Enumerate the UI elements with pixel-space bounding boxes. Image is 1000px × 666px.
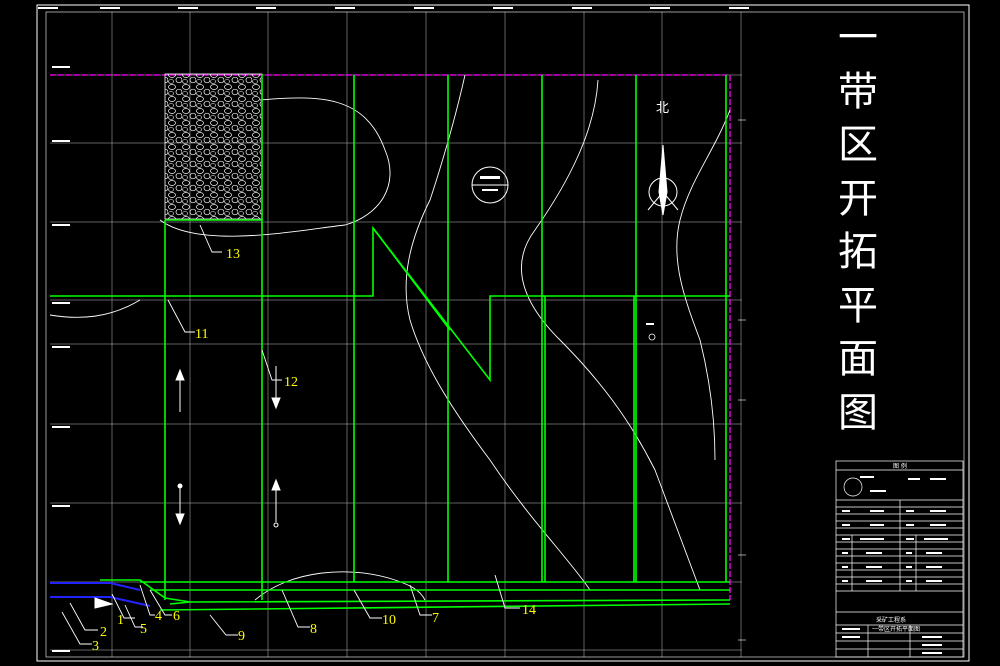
- callout-12: 12: [284, 375, 298, 390]
- callout-4: 4: [155, 609, 162, 624]
- title-char: 区: [838, 122, 878, 168]
- callout-7: 7: [432, 611, 439, 626]
- callout-11: 11: [195, 327, 208, 342]
- callout-5: 5: [140, 622, 147, 637]
- callout-2: 2: [100, 625, 107, 640]
- drawing-title: 一 带 区 开 拓 平 面 图: [830, 12, 886, 440]
- callout-3: 3: [92, 639, 99, 654]
- callout-1: 1: [117, 613, 124, 628]
- north-label: 北: [656, 101, 669, 116]
- roadway-network: [50, 74, 731, 611]
- title-char: 平: [838, 282, 878, 329]
- coordinate-grid: [50, 12, 742, 657]
- title-char: 带: [838, 68, 878, 115]
- title-block-company: 采矿工程系: [876, 616, 906, 624]
- flow-arrows: [94, 366, 281, 609]
- grid-coordinate-marks: [38, 7, 749, 652]
- callout-9: 9: [238, 629, 245, 644]
- borehole-symbol: [646, 323, 656, 341]
- callout-8: 8: [310, 622, 317, 637]
- right-edge-ticks: [738, 119, 746, 641]
- title-block-heading: 图 例: [893, 462, 907, 470]
- title-char: 一: [838, 15, 878, 61]
- callout-6: 6: [173, 609, 180, 624]
- title-char: 面: [838, 336, 878, 382]
- callout-13: 13: [226, 247, 240, 262]
- north-arrow-icon: [647, 144, 679, 216]
- goaf-hatched-area: [164, 73, 263, 220]
- callout-10: 10: [382, 613, 396, 628]
- title-char: 开: [838, 175, 878, 222]
- title-block-sheet-name: 一带区开拓平面图: [872, 625, 920, 633]
- field-boundary: [50, 74, 731, 600]
- title-char: 拓: [838, 229, 878, 275]
- title-char: 图: [838, 389, 878, 436]
- contour-lines: [49, 74, 731, 601]
- callout-14: 14: [522, 603, 536, 618]
- callout-leaders: [61, 224, 520, 645]
- shaft-symbol-center: [471, 166, 509, 204]
